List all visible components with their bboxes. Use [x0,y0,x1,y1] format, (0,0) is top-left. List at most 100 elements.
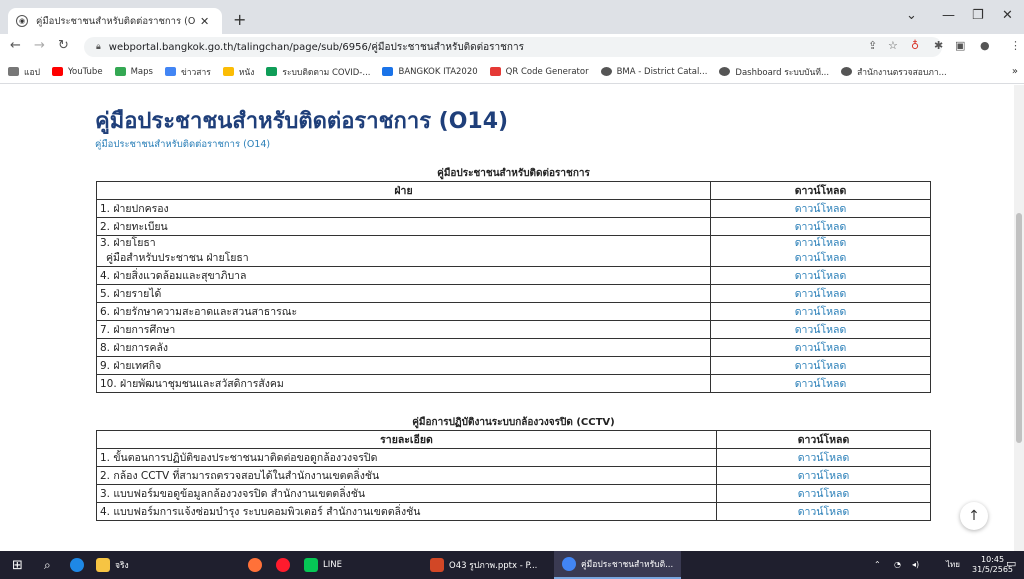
maps-icon [114,67,126,76]
bookmark-movies[interactable]: หนัง [222,65,255,79]
bookmark-dashboard[interactable]: Dashboard ระบบบันที... [719,65,829,79]
download-link[interactable]: ดาวน์โหลด [714,236,927,251]
department-name: 4. ฝ่ายสิ่งแวดล้อมและสุขาภิบาล [96,266,711,285]
browser-tab-active[interactable]: ◉ คู่มือประชาชนสำหรับติดต่อราชการ (O ✕ [8,8,222,34]
download-link[interactable]: ดาวน์โหลด [716,448,931,467]
download-link[interactable]: ดาวน์โหลด [710,266,931,285]
download-link[interactable]: ดาวน์โหลด [710,320,931,339]
back-icon[interactable]: ← [10,38,21,53]
search-icon[interactable]: ⌕ [44,551,51,579]
globe-icon [841,67,853,76]
download-link[interactable]: ดาวน์โหลด [716,466,931,485]
table-row: 7. ฝ่ายการศึกษา ดาวน์โหลด [96,320,931,339]
opera-icon[interactable] [276,551,290,579]
download-link[interactable]: ดาวน์โหลด [710,199,931,218]
forward-icon[interactable]: → [34,38,45,53]
firefox-icon[interactable] [248,551,262,579]
page-title: คู่มือประชาชนสำหรับติดต่อราชการ (O14) [95,109,509,134]
download-link[interactable]: ดาวน์โหลด [710,217,931,236]
cctv-item-name: 4. แบบฟอร์มการแจ้งซ่อมบำรุง ระบบคอมพิวเต… [96,502,717,521]
download-link[interactable]: ดาวน์โหลด [710,338,931,357]
browser-menu-icon[interactable]: ⋮ [1010,39,1021,52]
folder-icon [96,558,110,572]
lock-icon: 🔒︎ [96,42,101,52]
bookmark-covid[interactable]: ระบบติดตาม COVID-... [266,65,370,79]
new-tab-icon[interactable]: + [233,10,246,29]
column-header-download: ดาวน์โหลด [716,430,931,449]
tray-overflow-icon[interactable]: ⌃ [874,560,881,570]
table-row: 5. ฝ่ายรายได้ ดาวน์โหลด [96,284,931,303]
department-name: 3. ฝ่ายโยธา คู่มือสำหรับประชาชน ฝ่ายโยธา [96,235,711,267]
table-row: 4. ฝ่ายสิ่งแวดล้อมและสุขาภิบาล ดาวน์โหลด [96,266,931,285]
bookmark-audit[interactable]: สำนักงานตรวจสอบภา... [841,65,947,79]
bookmark-news[interactable]: ข่าวสาร [164,65,211,79]
profile-avatar-icon[interactable]: ● [980,39,990,52]
taskbar-line[interactable]: LINE [304,551,342,579]
close-tab-icon[interactable]: ✕ [200,15,209,28]
url-text: webportal.bangkok.go.th/talingchan/page/… [108,41,524,53]
extension-icon[interactable]: ♁ [911,39,919,52]
youtube-icon [51,67,63,76]
cctv-item-name: 3. แบบฟอร์มขอดูข้อมูลกล้องวงจรปิด สำนักง… [96,484,717,503]
bookmark-label: Maps [130,66,153,77]
bookmark-apps[interactable]: แอป [8,65,40,79]
bookmark-maps[interactable]: Maps [114,66,153,77]
volume-icon[interactable]: ◂) [912,560,919,570]
language-indicator[interactable]: ไทย [946,560,960,570]
edge-browser-icon[interactable] [70,551,84,579]
download-link[interactable]: ดาวน์โหลด [710,302,931,321]
department-name: 1. ฝ่ายปกครอง [96,199,711,218]
side-panel-icon[interactable]: ▣ [955,39,965,52]
download-link[interactable]: ดาวน์โหลด [710,356,931,375]
table-row: 2. กล้อง CCTV ที่สามารถตรวจสอบได้ในสำนัก… [96,466,931,485]
taskbar-chrome-active[interactable]: คู่มือประชาชนสำหรับติ... [554,551,682,579]
table-header-row: รายละเอียด ดาวน์โหลด [96,430,931,449]
download-link[interactable]: ดาวน์โหลด [714,251,927,266]
bookmark-label: หนัง [238,67,255,78]
download-link[interactable]: ดาวน์โหลด [710,284,931,303]
bookmark-ita[interactable]: BANGKOK ITA2020 [382,67,478,77]
breadcrumb[interactable]: คู่มือประชาชนสำหรับติดต่อราชการ (O14) [95,137,270,152]
table-row: 6. ฝ่ายรักษาความสะอาดและสวนสาธารณะ ดาวน์โ… [96,302,931,321]
address-bar: ← → ↻ 🔒︎ webportal.bangkok.go.th/talingc… [0,34,1024,60]
ita-icon [382,67,394,76]
bookmark-label: QR Code Generator [505,66,589,77]
table-row: 1. ขั้นตอนการปฏิบัติของประชาชนมาติดต่อขอ… [96,448,931,467]
bookmark-bma[interactable]: BMA - District Catal... [600,67,707,77]
arrow-up-icon: ↑ [968,508,980,524]
taskbar-powerpoint[interactable]: O43 รูปภาพ.pptx - P... [430,551,537,579]
table-row: 1. ฝ่ายปกครอง ดาวน์โหลด [96,199,931,218]
taskbar-item-label: O43 รูปภาพ.pptx - P... [449,561,538,571]
bookmark-youtube[interactable]: YouTube [51,67,103,77]
extensions-puzzle-icon[interactable]: ✱ [934,39,943,52]
department-name: 10. ฝ่ายพัฒนาชุมชนและสวัสดิการสังคม [96,374,711,393]
download-link[interactable]: ดาวน์โหลด [716,502,931,521]
bookmark-star-icon[interactable]: ☆ [888,39,898,52]
download-link[interactable]: ดาวน์โหลด [716,484,931,503]
qr-code-icon [489,67,501,76]
download-link[interactable]: ดาวน์โหลด [710,374,931,393]
column-header-download: ดาวน์โหลด [710,181,931,200]
restore-icon[interactable]: ❐ [972,8,984,23]
table-row: 3. ฝ่ายโยธา คู่มือสำหรับประชาชน ฝ่ายโยธา… [96,235,931,267]
url-omnibox[interactable]: 🔒︎ webportal.bangkok.go.th/talingchan/pa… [84,37,942,57]
scrollbar-thumb[interactable] [1016,213,1022,443]
bookmark-label: ข่าวสาร [180,67,211,78]
bookmark-label: สำนักงานตรวจสอบภา... [857,67,947,78]
page-content: คู่มือประชาชนสำหรับติดต่อราชการ (O14) คู… [0,85,1024,551]
scroll-to-top-button[interactable]: ↑ [960,502,988,530]
network-icon[interactable]: ◔ [894,560,901,570]
share-icon[interactable]: ⇪ [868,39,877,52]
close-window-icon[interactable]: ✕ [1002,8,1013,23]
department-name: 9. ฝ่ายเทศกิจ [96,356,711,375]
notification-icon[interactable]: ▭ [1006,558,1016,569]
reload-icon[interactable]: ↻ [58,38,69,53]
minimize-icon[interactable]: — [942,8,955,23]
tab-search-icon[interactable]: ⌄ [906,8,917,23]
department-name: 8. ฝ่ายการคลัง [96,338,711,357]
table-row: 9. ฝ่ายเทศกิจ ดาวน์โหลด [96,356,931,375]
taskbar-file-explorer[interactable]: จริง [96,551,129,579]
windows-start-icon[interactable]: ⊞ [12,551,23,579]
bookmark-qr[interactable]: QR Code Generator [489,66,589,77]
bookmarks-overflow-icon[interactable]: » [1012,66,1018,77]
